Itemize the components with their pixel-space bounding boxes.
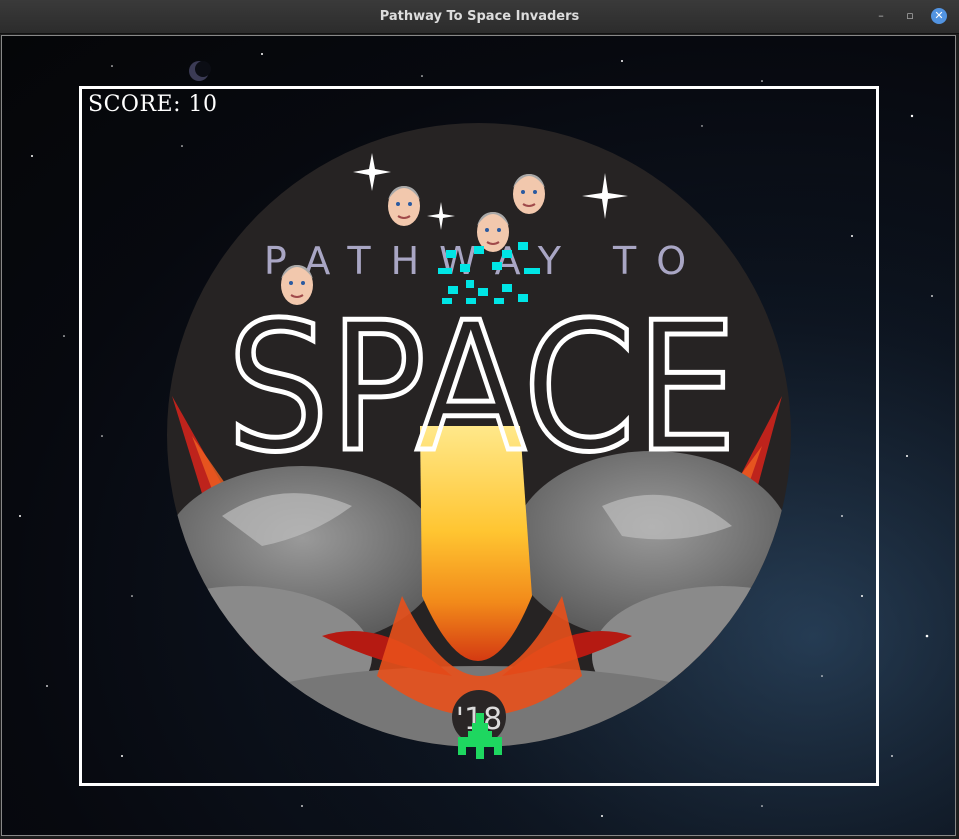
playfield-border [79,86,879,786]
close-button[interactable]: ✕ [931,8,947,24]
title-bar: Pathway To Space Invaders – ▫ ✕ [0,0,959,34]
game-viewport[interactable]: PATHWAY TO SPACE '18 [1,35,956,836]
minimize-button[interactable]: – [873,8,889,24]
window-title: Pathway To Space Invaders [379,9,580,24]
score-display: SCORE: 10 [88,92,218,117]
maximize-button[interactable]: ▫ [902,8,918,24]
game-window: Pathway To Space Invaders – ▫ ✕ PATHWAY … [0,0,959,839]
